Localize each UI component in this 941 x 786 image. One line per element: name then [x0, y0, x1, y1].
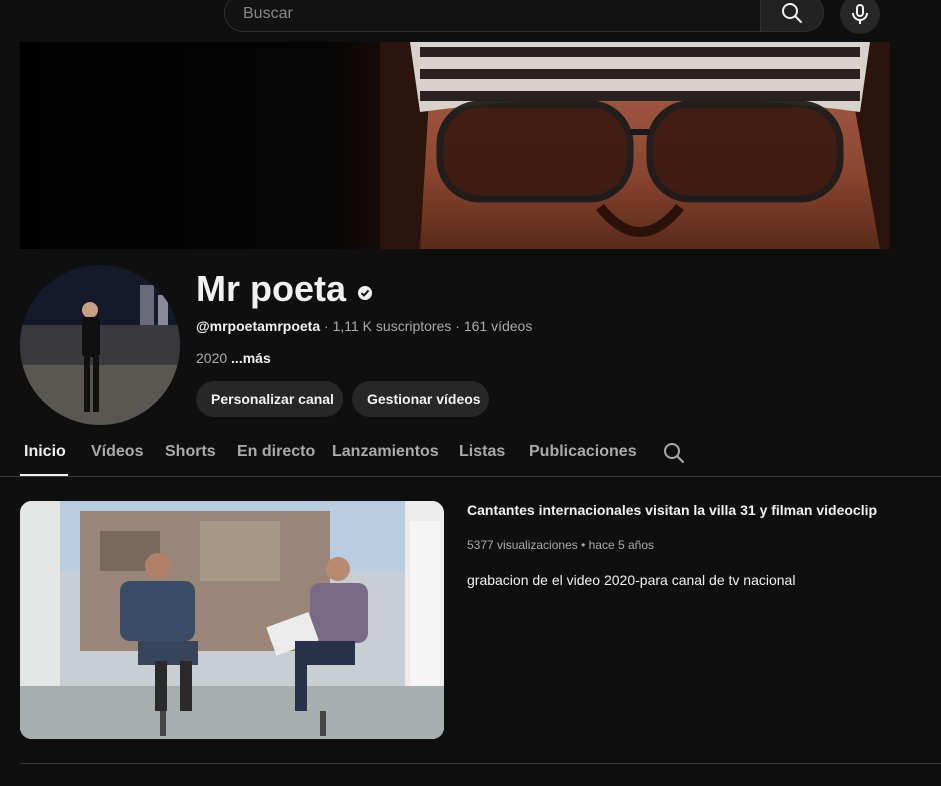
- manage-videos-button[interactable]: Gestionar vídeos: [352, 381, 489, 417]
- channel-handle: @mrpoetamrpoeta: [196, 318, 321, 334]
- more-link[interactable]: ...más: [231, 350, 271, 366]
- subscriber-count: 1,11 K suscriptores: [332, 318, 452, 334]
- meta-separator: ·: [320, 318, 333, 334]
- meta-separator: ·: [451, 318, 464, 334]
- thumbnail-image: [20, 501, 444, 739]
- search-input[interactable]: [241, 0, 745, 33]
- channel-banner: [20, 42, 890, 249]
- search-button[interactable]: [760, 0, 824, 32]
- search-icon: [782, 3, 802, 23]
- video-meta: 5377 visualizaciones • hace 5 años: [467, 538, 654, 552]
- featured-video-thumbnail[interactable]: [20, 501, 444, 739]
- channel-name: Mr poeta: [196, 268, 347, 309]
- tab-posts[interactable]: Publicaciones: [529, 443, 637, 461]
- search-icon[interactable]: [662, 441, 686, 465]
- search-box[interactable]: [224, 0, 760, 33]
- tab-videos[interactable]: Vídeos: [91, 443, 143, 461]
- channel-meta: @mrpoetamrpoeta · 1,11 K suscriptores · …: [196, 318, 532, 334]
- video-title[interactable]: Cantantes internacionales visitan la vil…: [467, 501, 877, 519]
- tab-live[interactable]: En directo: [237, 443, 315, 461]
- customize-channel-button[interactable]: Personalizar canal: [196, 381, 343, 417]
- channel-description[interactable]: 2020 ...más: [196, 350, 271, 366]
- section-divider: [20, 763, 941, 764]
- video-count: 161 vídeos: [463, 318, 533, 334]
- avatar-photo: [20, 265, 180, 425]
- microphone-icon: [852, 4, 868, 24]
- meta-separator: •: [577, 538, 589, 552]
- banner-photo: [380, 42, 890, 249]
- tab-home[interactable]: Inicio: [24, 443, 66, 461]
- tab-playlists[interactable]: Listas: [459, 443, 505, 461]
- description-text: 2020: [196, 350, 228, 366]
- channel-avatar[interactable]: [20, 265, 180, 425]
- voice-search-button[interactable]: [840, 0, 880, 34]
- tab-releases[interactable]: Lanzamientos: [332, 443, 439, 461]
- view-count: 5377 visualizaciones: [467, 538, 578, 552]
- verified-badge-icon: [358, 286, 372, 300]
- video-description: grabacion de el video 2020-para canal de…: [467, 572, 796, 588]
- tab-shorts[interactable]: Shorts: [165, 443, 216, 461]
- tabs-divider: [0, 476, 941, 477]
- upload-age: hace 5 años: [588, 538, 655, 552]
